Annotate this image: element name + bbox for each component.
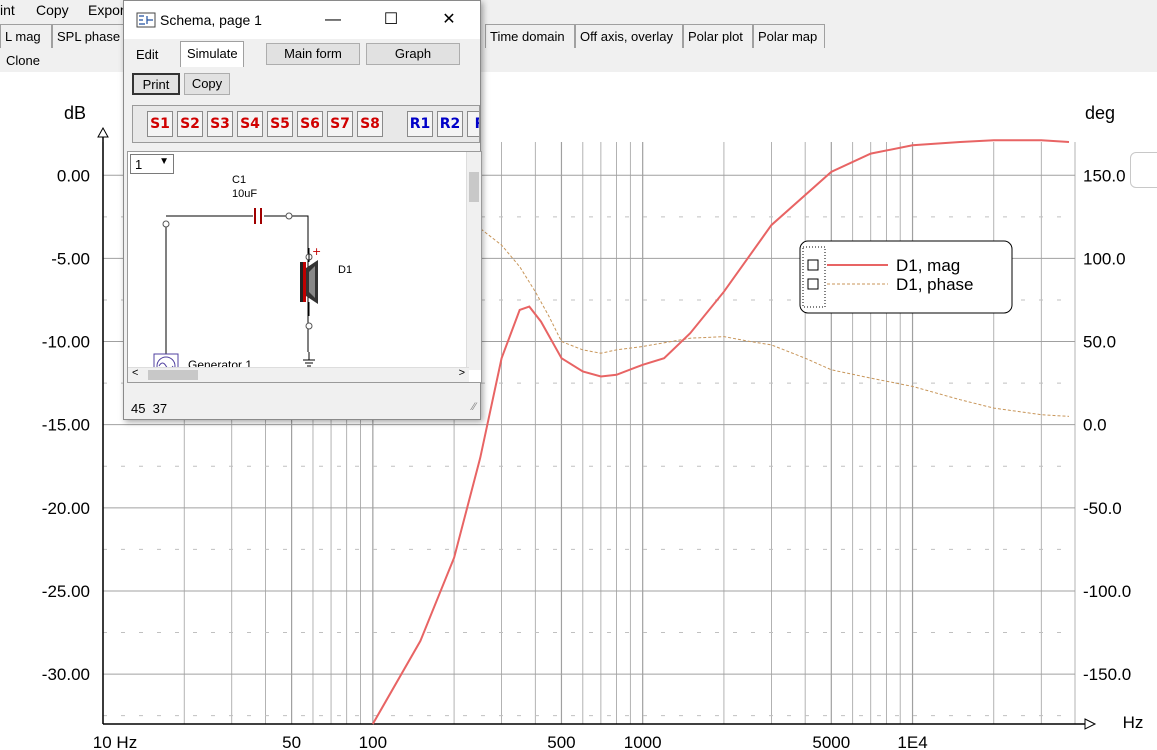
s8-button[interactable]: S8 bbox=[357, 111, 383, 137]
left-tick-label: -5.00 bbox=[51, 249, 90, 268]
x-tick-label: 500 bbox=[547, 733, 575, 750]
x-tick-label: 5000 bbox=[812, 733, 850, 750]
capacitor-label: C1 bbox=[232, 174, 247, 186]
tab-time-domain[interactable]: Time domain bbox=[485, 24, 575, 48]
left-axis-unit: dB bbox=[64, 103, 86, 123]
legend-mag-label: D1, mag bbox=[896, 256, 960, 275]
r1-button[interactable]: R1 bbox=[407, 111, 433, 137]
tab-polar-plot[interactable]: Polar plot bbox=[683, 24, 753, 48]
right-tick-label: 150.0 bbox=[1083, 166, 1126, 185]
left-tick-label: -25.00 bbox=[42, 582, 90, 601]
right-tick-label: -100.0 bbox=[1083, 582, 1131, 601]
source-receiver-toolbar: S1 S2 S3 S4 S5 S6 S7 S8 R1 R2 R bbox=[132, 105, 480, 143]
schematic-drawing: + bbox=[153, 208, 321, 379]
tab-spl-mag[interactable]: L mag bbox=[0, 24, 52, 48]
chart-legend: D1, magD1, phase bbox=[799, 240, 1013, 314]
x-axis-arrow-icon bbox=[1084, 718, 1097, 730]
tab-polar-map[interactable]: Polar map bbox=[753, 24, 825, 48]
scroll-left-icon[interactable]: < bbox=[132, 367, 138, 379]
menu-item-print[interactable]: int bbox=[0, 2, 15, 18]
x-tick-label: 50 bbox=[282, 733, 301, 750]
close-icon[interactable]: ✕ bbox=[426, 1, 472, 39]
main-form-button[interactable]: Main form bbox=[266, 43, 360, 65]
s4-button[interactable]: S4 bbox=[237, 111, 263, 137]
schema-dialog: Schema, page 1 — ☐ ✕ Edit Simulate Main … bbox=[123, 0, 482, 420]
svg-text:+: + bbox=[312, 245, 321, 258]
right-tick-label: 0.0 bbox=[1083, 416, 1107, 435]
schematic-canvas[interactable]: 1 ▼ + C1 10uF D1 Generator 1 < > bbox=[127, 151, 482, 383]
right-tick-label: 100.0 bbox=[1083, 249, 1126, 268]
scroll-thumb[interactable] bbox=[469, 172, 479, 202]
legend-phase-checkbox bbox=[807, 278, 819, 290]
r2-button[interactable]: R2 bbox=[437, 111, 463, 137]
left-tick-label: -15.00 bbox=[42, 416, 90, 435]
capacitor-value: 10uF bbox=[232, 188, 258, 200]
clone-button[interactable]: Clone bbox=[6, 53, 40, 68]
capacitor-icon bbox=[254, 208, 262, 224]
schema-app-icon bbox=[136, 12, 156, 28]
s3-button[interactable]: S3 bbox=[207, 111, 233, 137]
s7-button[interactable]: S7 bbox=[327, 111, 353, 137]
y-axis-arrow-icon bbox=[97, 126, 109, 138]
legend-phase-label: D1, phase bbox=[896, 275, 974, 294]
horizontal-scrollbar[interactable]: < > bbox=[128, 367, 469, 382]
dialog-titlebar[interactable]: Schema, page 1 — ☐ ✕ bbox=[124, 1, 480, 39]
s6-button[interactable]: S6 bbox=[297, 111, 323, 137]
resize-grip-icon[interactable]: ⁄⁄ bbox=[472, 401, 476, 413]
right-tick-label: -50.0 bbox=[1083, 499, 1122, 518]
tab-spl-phase[interactable]: SPL phase bbox=[52, 24, 124, 48]
x-tick-label: 10 Hz bbox=[93, 733, 137, 750]
cursor-position: 45 37 bbox=[131, 401, 168, 416]
left-tick-label: -30.00 bbox=[42, 665, 90, 684]
minimize-icon[interactable]: — bbox=[310, 1, 356, 39]
print-button[interactable]: Print bbox=[132, 73, 180, 95]
x-tick-label: 100 bbox=[359, 733, 387, 750]
maximize-icon[interactable]: ☐ bbox=[368, 1, 414, 39]
menu-item-copy[interactable]: Copy bbox=[36, 2, 69, 18]
tab-simulate-label: Simulate bbox=[187, 46, 238, 61]
left-tick-label: 0.00 bbox=[57, 166, 90, 185]
menu-item-export[interactable]: Expor bbox=[88, 2, 125, 18]
x-tick-label: 1E4 bbox=[897, 733, 927, 750]
scroll-right-icon[interactable]: > bbox=[459, 367, 465, 379]
left-tick-label: -10.00 bbox=[42, 333, 90, 352]
right-tick-label: -150.0 bbox=[1083, 665, 1131, 684]
top-right-combo[interactable] bbox=[1130, 152, 1157, 188]
legend-mag-checkbox bbox=[807, 259, 819, 271]
dialog-statusbar: 45 37 ⁄⁄ bbox=[127, 399, 480, 419]
left-tick-label: -20.00 bbox=[42, 499, 90, 518]
right-axis-unit: deg bbox=[1085, 103, 1115, 123]
driver-label: D1 bbox=[338, 264, 353, 276]
right-tick-label: 50.0 bbox=[1083, 333, 1116, 352]
dialog-title: Schema, page 1 bbox=[160, 12, 262, 28]
s5-button[interactable]: S5 bbox=[267, 111, 293, 137]
s1-button[interactable]: S1 bbox=[147, 111, 173, 137]
s2-button[interactable]: S2 bbox=[177, 111, 203, 137]
tab-off-axis[interactable]: Off axis, overlay bbox=[575, 24, 683, 48]
x-axis-unit: Hz bbox=[1123, 713, 1144, 732]
graph-button[interactable]: Graph bbox=[366, 43, 460, 65]
r3-button[interactable]: R bbox=[467, 111, 479, 137]
hscroll-thumb[interactable] bbox=[148, 370, 198, 380]
tab-simulate-active[interactable]: Simulate bbox=[180, 41, 244, 67]
tab-edit[interactable]: Edit bbox=[136, 47, 158, 62]
copy-button[interactable]: Copy bbox=[184, 73, 230, 95]
vertical-scrollbar[interactable] bbox=[466, 152, 481, 370]
x-tick-label: 1000 bbox=[624, 733, 662, 750]
